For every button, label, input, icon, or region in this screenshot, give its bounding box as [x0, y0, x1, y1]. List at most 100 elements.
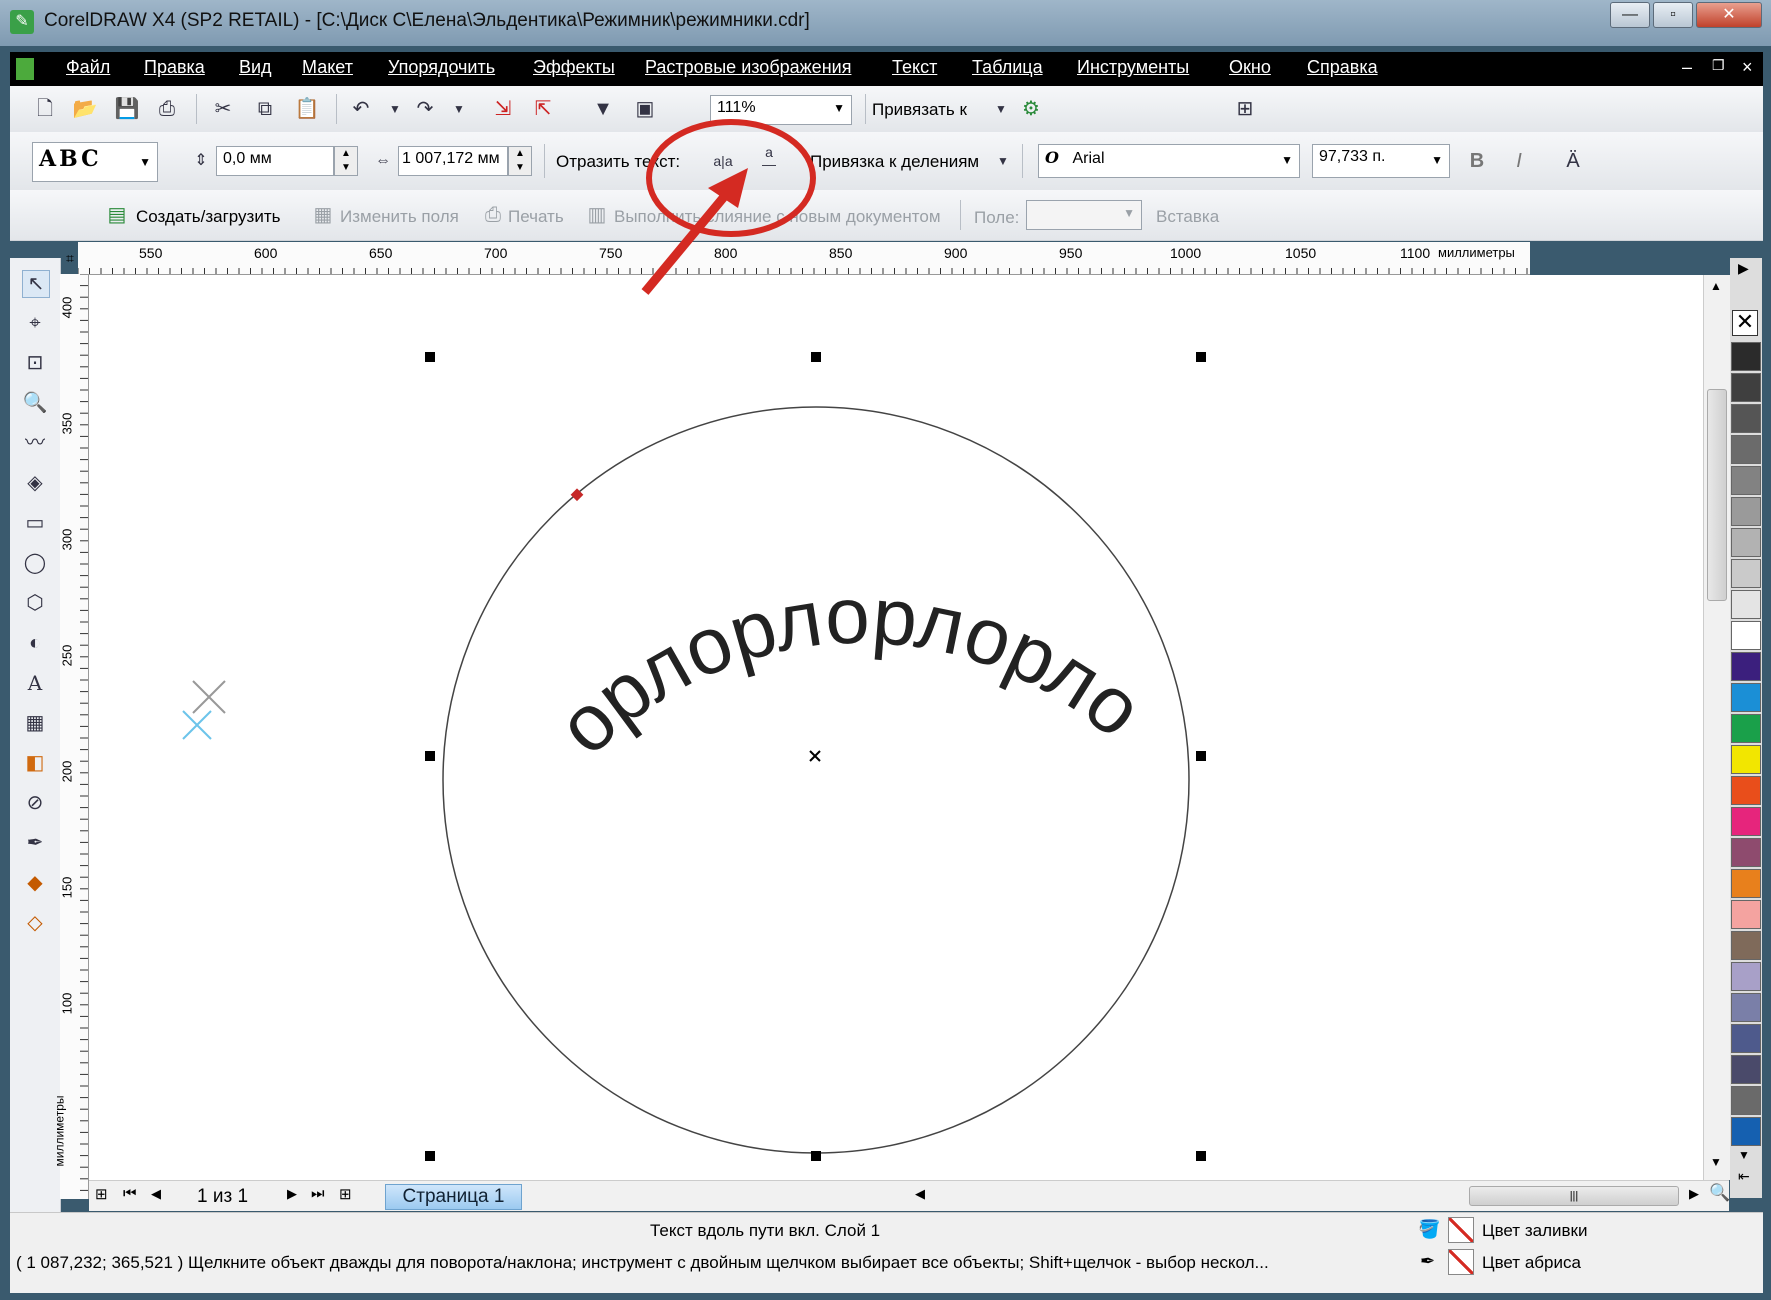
vertical-scroll-thumb[interactable]: [1707, 389, 1727, 601]
undo-dropdown-icon[interactable]: ▼: [382, 96, 408, 122]
doc-close-icon[interactable]: ×: [1742, 57, 1753, 78]
selection-handle[interactable]: [1196, 352, 1206, 362]
palette-swatch[interactable]: [1731, 776, 1761, 805]
next-page-icon[interactable]: ▶: [287, 1186, 297, 1202]
print-merge-button[interactable]: Печать: [508, 207, 564, 227]
horizontal-scroll-thumb[interactable]: |||: [1469, 1186, 1679, 1206]
redo-icon[interactable]: ↷: [412, 96, 438, 122]
snap-ticks-button[interactable]: Привязка к делениям: [810, 152, 979, 172]
close-button[interactable]: ✕: [1696, 2, 1762, 28]
selection-handle[interactable]: [1196, 1151, 1206, 1161]
menu-file[interactable]: Файл: [66, 57, 110, 78]
selection-handle[interactable]: [1196, 751, 1206, 761]
options-icon[interactable]: ⚙: [1018, 96, 1044, 122]
palette-swatch[interactable]: [1731, 497, 1761, 526]
character-formatting-icon[interactable]: Ä: [1560, 148, 1586, 174]
menu-edit[interactable]: Правка: [144, 57, 205, 78]
menu-text[interactable]: Текст: [892, 57, 937, 78]
selection-handle[interactable]: [425, 1151, 435, 1161]
palette-swatch[interactable]: [1731, 931, 1761, 960]
basic-shapes-tool-icon[interactable]: ◐: [22, 630, 48, 656]
no-color-swatch[interactable]: ✕: [1732, 310, 1758, 336]
palette-swatch[interactable]: [1731, 807, 1761, 836]
application-launcher-icon[interactable]: ▼: [590, 96, 616, 122]
paste-icon[interactable]: 📋: [294, 96, 320, 122]
palette-swatch[interactable]: [1731, 838, 1761, 867]
crop-tool-icon[interactable]: ⊡: [22, 350, 48, 376]
add-page-before-icon[interactable]: ⊞: [95, 1185, 108, 1203]
palette-swatch[interactable]: [1731, 745, 1761, 774]
palette-swatch[interactable]: [1731, 1055, 1761, 1084]
cut-icon[interactable]: ✂: [210, 96, 236, 122]
palette-scroll-down-icon[interactable]: ▼: [1738, 1148, 1750, 1162]
copy-icon[interactable]: ⧉: [252, 96, 278, 122]
palette-swatch[interactable]: [1731, 962, 1761, 991]
welcome-screen-icon[interactable]: ▣: [632, 96, 658, 122]
scroll-left-icon[interactable]: ◀: [915, 1186, 925, 1202]
palette-swatch[interactable]: [1731, 1024, 1761, 1053]
menu-table[interactable]: Таблица: [972, 57, 1043, 78]
doc-restore-icon[interactable]: ❐: [1712, 57, 1725, 74]
menu-arrange[interactable]: Упорядочить: [388, 57, 495, 78]
minimize-button[interactable]: —: [1610, 2, 1650, 28]
font-size-select[interactable]: 97,733 п. ▼: [1312, 144, 1450, 178]
interactive-fill-tool-icon[interactable]: ◇: [22, 910, 48, 936]
snap-to-button[interactable]: Привязать к: [872, 100, 967, 120]
mirror-vertical-icon[interactable]: a —: [756, 145, 782, 172]
field-select[interactable]: ▼: [1026, 200, 1142, 230]
ruler-origin-icon[interactable]: ⌗: [66, 250, 74, 267]
import-icon[interactable]: ⇲: [490, 96, 516, 122]
new-document-icon[interactable]: 🗋: [32, 96, 58, 122]
eyedropper-tool-icon[interactable]: ⊘: [22, 790, 48, 816]
snap-ticks-dropdown-icon[interactable]: ▼: [990, 148, 1016, 174]
rectangle-tool-icon[interactable]: ▭: [22, 510, 48, 536]
bold-icon[interactable]: B: [1464, 148, 1490, 174]
freehand-tool-icon[interactable]: 〰: [22, 430, 48, 456]
italic-icon[interactable]: I: [1506, 148, 1532, 174]
path-text[interactable]: орлорлорлорлор: [89, 275, 1159, 771]
edit-fields-button[interactable]: Изменить поля: [340, 207, 459, 227]
palette-swatch[interactable]: [1731, 528, 1761, 557]
palette-swatch[interactable]: [1731, 404, 1761, 433]
table-tool-icon[interactable]: ▦: [22, 710, 48, 736]
menu-window[interactable]: Окно: [1229, 57, 1271, 78]
last-page-icon[interactable]: ⏭: [311, 1185, 325, 1202]
palette-swatch[interactable]: [1731, 342, 1761, 371]
text-tool-icon[interactable]: A: [22, 670, 48, 696]
save-icon[interactable]: 💾: [114, 96, 140, 122]
palette-swatch[interactable]: [1731, 621, 1761, 650]
merge-new-doc-button[interactable]: Выполнить слияние с новым документом: [614, 207, 941, 227]
menu-tools[interactable]: Инструменты: [1077, 57, 1189, 78]
smart-fill-tool-icon[interactable]: ◈: [22, 470, 48, 496]
menu-layout[interactable]: Макет: [302, 57, 353, 78]
polygon-tool-icon[interactable]: ⬡: [22, 590, 48, 616]
font-name-select[interactable]: O Arial ▼: [1038, 144, 1300, 178]
pick-tool-icon[interactable]: ↖: [22, 270, 50, 298]
palette-swatch[interactable]: [1731, 559, 1761, 588]
vertical-scrollbar[interactable]: ▲ ▼: [1703, 275, 1730, 1180]
zoom-navigator-icon[interactable]: 🔍: [1709, 1183, 1730, 1203]
palette-end-icon[interactable]: ⇤: [1738, 1168, 1750, 1185]
scroll-up-icon[interactable]: ▲: [1710, 279, 1722, 293]
print-icon[interactable]: ⎙: [154, 96, 180, 122]
palette-scroll-right-icon[interactable]: ▶: [1738, 260, 1749, 277]
palette-swatch[interactable]: [1731, 993, 1761, 1022]
selection-handle[interactable]: [811, 352, 821, 362]
menu-effects[interactable]: Эффекты: [533, 57, 615, 78]
scroll-down-icon[interactable]: ▼: [1710, 1155, 1722, 1169]
offset-input[interactable]: 0,0 мм: [216, 146, 334, 176]
fill-tool-icon[interactable]: ◆: [22, 870, 48, 896]
redo-dropdown-icon[interactable]: ▼: [446, 96, 472, 122]
doc-minimize-icon[interactable]: –: [1682, 57, 1692, 78]
palette-swatch[interactable]: [1731, 435, 1761, 464]
circle-shape[interactable]: [442, 406, 1190, 1154]
zoom-tool-icon[interactable]: 🔍: [22, 390, 48, 416]
fill-color-swatch[interactable]: [1448, 1217, 1474, 1243]
selection-handle[interactable]: [425, 751, 435, 761]
offset-spinner[interactable]: ▲ ▼: [334, 146, 358, 176]
distance-spinner[interactable]: ▲ ▼: [508, 146, 532, 176]
palette-swatch[interactable]: [1731, 714, 1761, 743]
insert-button[interactable]: Вставка: [1156, 207, 1219, 227]
palette-swatch[interactable]: [1731, 1117, 1761, 1146]
first-page-icon[interactable]: ⏮: [123, 1185, 137, 1202]
